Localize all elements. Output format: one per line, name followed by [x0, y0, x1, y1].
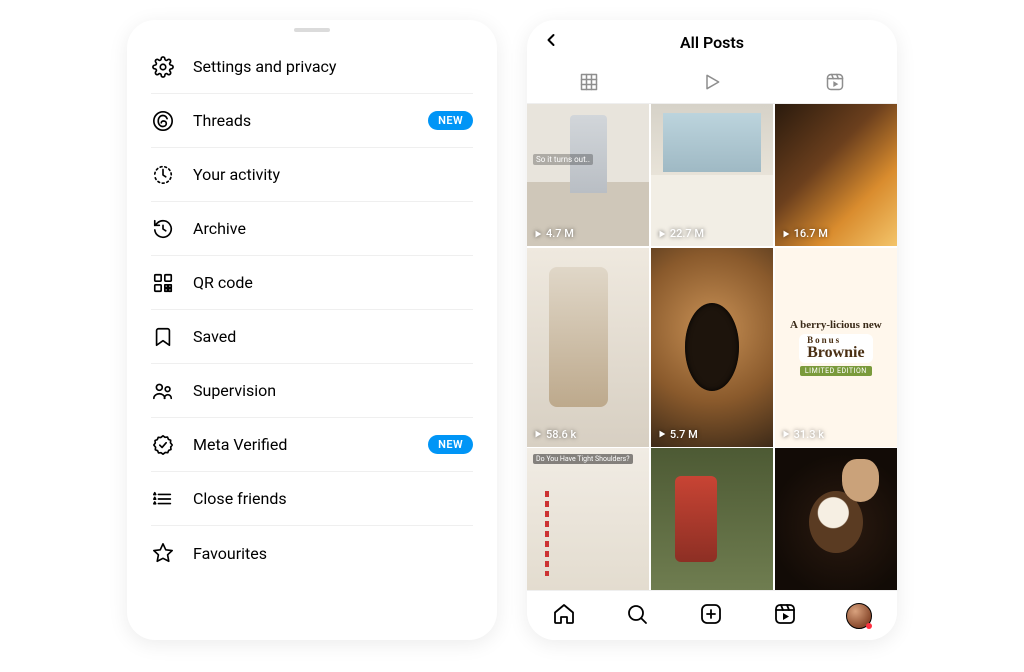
reels-icon — [825, 72, 845, 96]
post-thumbnail[interactable]: A berry-licious new BonusBrownie LIMITED… — [775, 248, 897, 447]
menu-item-label: Favourites — [193, 544, 473, 563]
post-thumbnail[interactable]: Do You Have Tight Shoulders? — [527, 448, 649, 590]
saved-icon — [151, 325, 175, 349]
menu-item-star[interactable]: Favourites — [151, 526, 473, 580]
view-count: 58.6 k — [533, 428, 576, 441]
post-type-tabs — [527, 64, 897, 104]
closefriends-icon — [151, 487, 175, 511]
qr-icon — [151, 271, 175, 295]
caption-overlay: Do You Have Tight Shoulders? — [533, 454, 633, 464]
view-count: 31.3 k — [781, 428, 824, 441]
posts-grid: So it turns out.. 4.7 M 22.7 M 16.7 M 58.6 k… — [527, 104, 897, 590]
tab-play[interactable] — [650, 64, 773, 103]
play-icon — [702, 72, 722, 96]
post-thumbnail[interactable]: 16.7 M — [775, 104, 897, 246]
activity-icon — [151, 163, 175, 187]
nav-create[interactable] — [699, 602, 723, 630]
tab-grid[interactable] — [527, 64, 650, 103]
menu-item-verified[interactable]: Meta Verified NEW — [151, 418, 473, 472]
menu-item-gear[interactable]: Settings and privacy — [151, 40, 473, 94]
header: All Posts — [527, 20, 897, 64]
post-thumbnail[interactable]: 58.6 k — [527, 248, 649, 447]
view-count: 16.7 M — [781, 227, 828, 240]
new-badge: NEW — [428, 111, 473, 130]
bottom-nav — [527, 590, 897, 640]
profile-avatar-icon — [846, 603, 872, 629]
search-icon — [625, 611, 649, 630]
menu-item-threads[interactable]: Threads NEW — [151, 94, 473, 148]
menu-item-label: Supervision — [193, 381, 473, 400]
menu-item-supervision[interactable]: Supervision — [151, 364, 473, 418]
post-thumbnail[interactable]: So it turns out.. 4.7 M — [527, 104, 649, 246]
menu-item-activity[interactable]: Your activity — [151, 148, 473, 202]
star-icon — [151, 541, 175, 565]
settings-menu: Settings and privacy Threads NEW Your ac… — [127, 40, 497, 580]
view-count: 4.7 M — [533, 227, 574, 240]
new-badge: NEW — [428, 435, 473, 454]
grid-icon — [579, 72, 599, 96]
menu-item-saved[interactable]: Saved — [151, 310, 473, 364]
post-thumbnail[interactable] — [775, 448, 897, 590]
menu-item-label: Settings and privacy — [193, 57, 473, 76]
menu-item-label: Threads — [193, 111, 410, 130]
menu-item-label: Close friends — [193, 489, 473, 508]
create-icon — [699, 611, 723, 630]
post-thumbnail[interactable]: 22.7 M — [651, 104, 773, 246]
menu-item-archive[interactable]: Archive — [151, 202, 473, 256]
nav-profile[interactable] — [846, 603, 872, 629]
archive-icon — [151, 217, 175, 241]
notification-dot — [866, 623, 872, 629]
caption-overlay: So it turns out.. — [533, 154, 593, 165]
menu-item-qr[interactable]: QR code — [151, 256, 473, 310]
supervision-icon — [151, 379, 175, 403]
menu-item-closefriends[interactable]: Close friends — [151, 472, 473, 526]
settings-sheet: Settings and privacy Threads NEW Your ac… — [127, 20, 497, 640]
menu-item-label: Saved — [193, 327, 473, 346]
post-thumbnail[interactable] — [651, 448, 773, 590]
view-count: 5.7 M — [657, 428, 698, 441]
home-icon — [552, 611, 576, 630]
nav-home[interactable] — [552, 602, 576, 630]
nav-search[interactable] — [625, 602, 649, 630]
menu-item-label: QR code — [193, 273, 473, 292]
gear-icon — [151, 55, 175, 79]
menu-item-label: Meta Verified — [193, 435, 410, 454]
menu-item-label: Archive — [193, 219, 473, 238]
post-thumbnail[interactable]: 5.7 M — [651, 248, 773, 447]
reels-icon — [773, 611, 797, 630]
threads-icon — [151, 109, 175, 133]
view-count: 22.7 M — [657, 227, 704, 240]
tab-reels[interactable] — [774, 64, 897, 103]
back-button[interactable] — [541, 30, 561, 54]
drag-handle[interactable] — [294, 28, 330, 32]
verified-icon — [151, 433, 175, 457]
page-title: All Posts — [680, 33, 744, 52]
nav-reels[interactable] — [773, 602, 797, 630]
posts-screen: All Posts So it turns out.. 4.7 M 22.7 M 16… — [527, 20, 897, 640]
menu-item-label: Your activity — [193, 165, 473, 184]
